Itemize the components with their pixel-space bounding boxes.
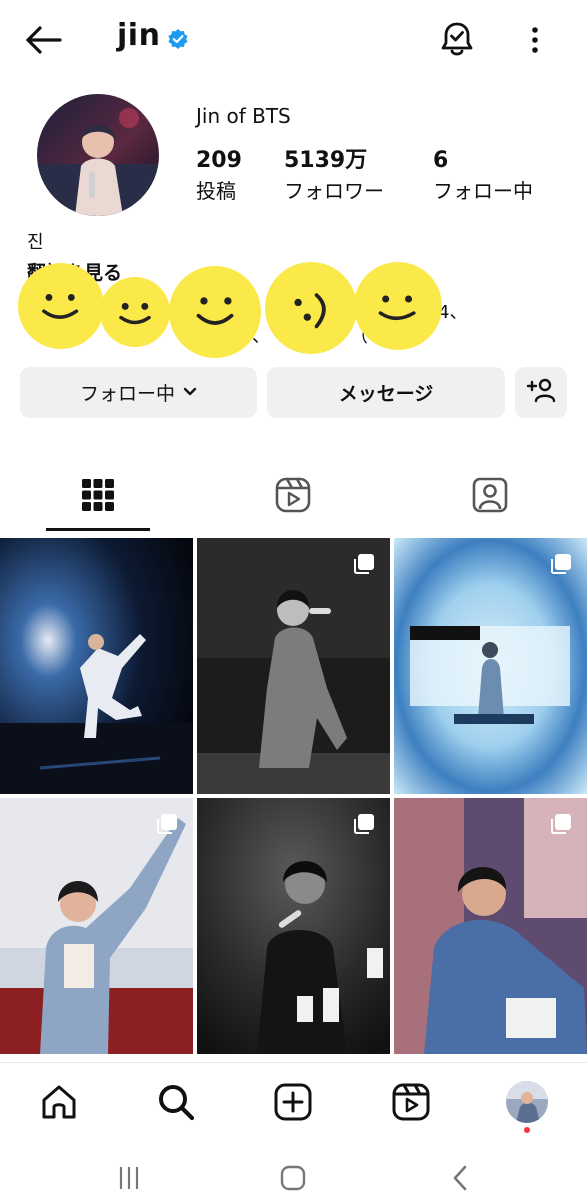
nav-create[interactable] <box>269 1078 317 1126</box>
tab-tagged[interactable] <box>465 470 515 520</box>
stat-posts-label: 投稿 <box>196 179 236 203</box>
nav-profile[interactable] <box>503 1078 551 1126</box>
profile-avatar[interactable] <box>37 94 159 216</box>
profile-username: jin <box>117 18 161 53</box>
smiley-sticker <box>100 277 170 347</box>
post-thumbnail[interactable] <box>197 798 390 1054</box>
display-name: Jin of BTS <box>196 104 291 128</box>
system-home-icon[interactable] <box>273 1160 313 1196</box>
reels-icon <box>392 1083 430 1121</box>
grid-icon <box>82 479 114 511</box>
stat-followers-label: フォロワー <box>284 179 384 203</box>
following-button-label: フォロー中 <box>79 383 175 405</box>
notification-bell-icon[interactable] <box>436 18 478 60</box>
back-arrow-icon[interactable] <box>22 20 66 60</box>
home-icon <box>42 1085 76 1119</box>
carousel-indicator-icon <box>352 812 376 836</box>
post-thumbnail[interactable] <box>0 538 193 794</box>
nav-reels[interactable] <box>387 1078 435 1126</box>
system-back-icon[interactable] <box>440 1160 480 1196</box>
smiley-sticker <box>18 263 104 349</box>
post-thumbnail[interactable] <box>394 538 587 794</box>
carousel-indicator-icon <box>155 812 179 836</box>
nav-home[interactable] <box>35 1078 83 1126</box>
post-thumbnail[interactable] <box>0 798 193 1054</box>
message-button-label: メッセージ <box>338 383 434 405</box>
bio-fragment: 4、 <box>438 302 468 323</box>
carousel-indicator-icon <box>549 552 573 576</box>
add-user-button[interactable] <box>515 367 567 418</box>
stat-following-count: 6 <box>433 148 449 173</box>
chevron-down-icon <box>183 385 197 401</box>
stat-followers[interactable]: 5139万 フォロワー <box>284 146 384 206</box>
top-bar <box>0 0 587 80</box>
add-user-icon <box>526 377 556 408</box>
bio-name: 진 <box>27 232 44 253</box>
more-options-icon[interactable] <box>520 20 550 60</box>
message-button[interactable]: メッセージ <box>267 367 505 418</box>
stat-posts-count: 209 <box>196 148 242 173</box>
nav-search[interactable] <box>152 1078 200 1126</box>
carousel-indicator-icon <box>352 552 376 576</box>
smiley-sticker <box>169 266 261 358</box>
post-thumbnail[interactable] <box>394 798 587 1054</box>
recent-apps-icon[interactable] <box>109 1160 149 1196</box>
post-thumbnail[interactable] <box>197 538 390 794</box>
profile-avatar <box>506 1081 548 1123</box>
stat-followers-count: 5139万 <box>284 148 368 173</box>
search-icon <box>159 1085 195 1121</box>
stat-following[interactable]: 6 フォロー中 <box>433 146 533 206</box>
tab-reels[interactable] <box>268 470 318 520</box>
active-tab-indicator <box>46 528 150 531</box>
smiley-sticker <box>354 262 442 350</box>
carousel-indicator-icon <box>549 812 573 836</box>
following-button[interactable]: フォロー中 <box>20 367 257 418</box>
verified-badge-icon <box>167 28 189 50</box>
stat-posts[interactable]: 209 投稿 <box>196 146 242 206</box>
smiley-sticker <box>265 262 357 354</box>
create-icon <box>274 1083 312 1121</box>
tab-posts-grid[interactable] <box>73 470 123 520</box>
stat-following-label: フォロー中 <box>433 179 533 203</box>
tagged-icon <box>472 477 508 513</box>
notification-dot <box>524 1127 530 1133</box>
reels-icon <box>275 477 311 513</box>
